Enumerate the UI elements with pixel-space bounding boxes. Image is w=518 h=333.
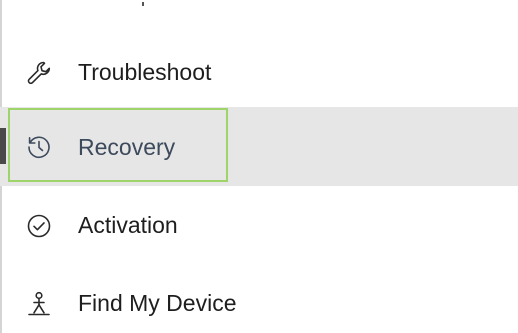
check-circle-icon bbox=[25, 212, 53, 240]
person-location-icon bbox=[25, 290, 53, 318]
nav-item-label: Activation bbox=[78, 212, 178, 238]
wrench-icon bbox=[25, 59, 53, 87]
nav-item-label: Troubleshoot bbox=[78, 59, 212, 85]
nav-item-label: Find My Device bbox=[78, 290, 237, 316]
nav-item-label: Recovery bbox=[78, 134, 176, 160]
settings-nav-pane: Troubleshoot Recovery Activation Find My… bbox=[0, 0, 518, 333]
selection-indicator bbox=[0, 128, 6, 164]
nav-item-troubleshoot[interactable]: Troubleshoot bbox=[0, 32, 518, 110]
nav-item-find-my-device[interactable]: Find My Device bbox=[0, 263, 518, 333]
nav-item-recovery[interactable]: Recovery bbox=[0, 107, 518, 186]
clipped-item-remnant bbox=[142, 2, 144, 6]
nav-item-activation[interactable]: Activation bbox=[0, 185, 518, 263]
history-clock-icon bbox=[25, 133, 53, 161]
